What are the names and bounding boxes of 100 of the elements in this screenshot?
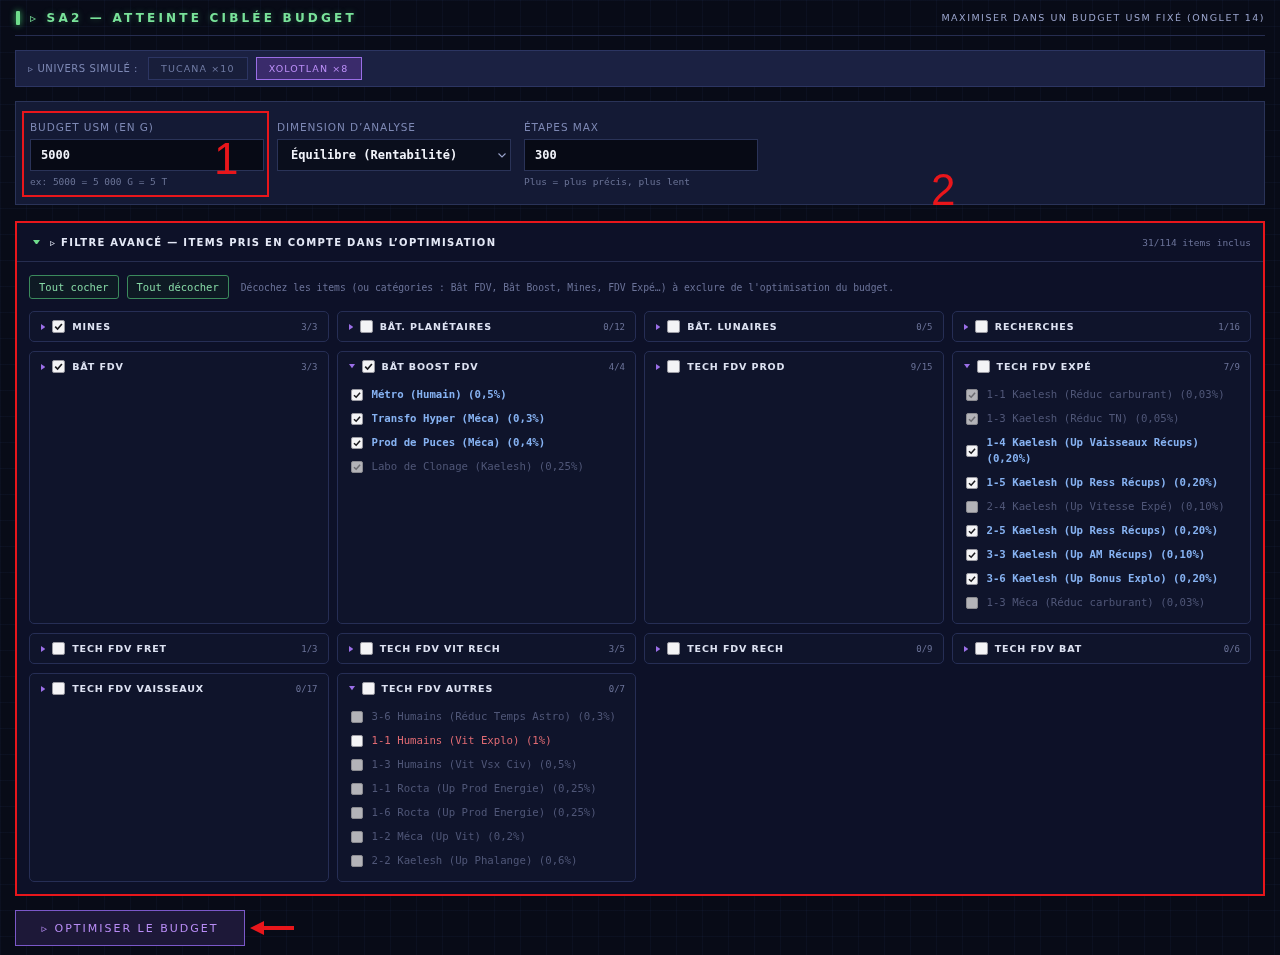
checkbox[interactable] [361, 360, 375, 373]
item-label: Métro (Humain) (0,5%) [371, 387, 507, 403]
category-title: TECH FDV EXPÉ [996, 361, 1092, 372]
checkbox[interactable] [52, 682, 66, 695]
page-subtitle: MAXIMISER DANS UN BUDGET USM FIXÉ (ONGLET 14) [941, 12, 1265, 23]
category-count: 3/5 [608, 643, 625, 654]
item-label: 2-4 Kaelesh (Up Vitesse Expé) (0,10%) [986, 499, 1225, 515]
category-count: 1/16 [1218, 321, 1240, 332]
caret-down-icon[interactable] [33, 239, 40, 245]
category-title: TECH FDV FRET [72, 643, 167, 654]
item-label: 1-3 Humains (Vit Vsx Civ) (0,5%) [371, 757, 578, 773]
caret-right-icon[interactable] [41, 323, 46, 330]
checkbox[interactable] [52, 320, 66, 333]
caret-right-icon[interactable] [656, 323, 661, 330]
checkbox[interactable] [359, 642, 373, 655]
category-title: TECH FDV AUTRES [381, 683, 494, 694]
checkbox[interactable] [974, 642, 988, 655]
checkbox[interactable] [965, 549, 978, 561]
item-label: Prod de Puces (Méca) (0,4%) [371, 435, 546, 451]
category-count: 0/12 [603, 321, 625, 332]
item-label: 1-4 Kaelesh (Up Vaisseaux Récups) (0,20%) [986, 435, 1200, 467]
category-count: 9/15 [910, 361, 933, 372]
category-count: 0/9 [916, 643, 933, 654]
page-title: ▹ SA2 — ATTEINTE CIBLÉE BUDGET [30, 10, 357, 25]
caret-right-icon[interactable] [348, 645, 353, 652]
category-title: MINES [72, 321, 111, 332]
category-count: 7/9 [1223, 361, 1240, 372]
category-title: BÂT FDV [72, 361, 124, 372]
field-hint: Plus = plus précis, plus lent [524, 176, 691, 187]
universe-label: ▹ UNIVERS SIMULÉ : [28, 63, 139, 74]
caret-right-icon[interactable] [348, 323, 353, 330]
checkbox[interactable] [965, 525, 978, 537]
item-label: Transfo Hyper (Méca) (0,3%) [371, 411, 546, 427]
toggle-all-button[interactable]: Tout décocher [126, 275, 229, 299]
category-count: 0/7 [608, 683, 625, 694]
category-count: 0/5 [916, 321, 933, 332]
item-label: 1-6 Rocta (Up Prod Energie) (0,25%) [371, 805, 597, 821]
checkbox[interactable] [667, 642, 681, 655]
item-label: 1-3 Kaelesh (Réduc TN) (0,05%) [986, 411, 1180, 427]
caret-right-icon[interactable] [656, 363, 661, 370]
item-label: 1-5 Kaelesh (Up Ress Récups) (0,20%) [986, 475, 1219, 491]
caret-right-icon[interactable] [656, 645, 661, 652]
checkbox[interactable] [965, 573, 978, 585]
item-label: 2-2 Kaelesh (Up Phalange) (0,6%) [371, 853, 578, 869]
checkbox[interactable] [361, 682, 375, 695]
category-count: 0/17 [295, 683, 318, 694]
checkbox[interactable] [350, 389, 363, 401]
optimize-button[interactable]: ▹ OPTIMISER LE BUDGET [15, 910, 245, 946]
text-field[interactable]: 300 [524, 139, 758, 171]
field-label: ÉTAPES MAX [524, 121, 600, 133]
included-count: 31/114 items inclus [1142, 236, 1251, 248]
checkbox[interactable] [667, 320, 681, 333]
checkbox[interactable] [974, 320, 988, 333]
checkbox[interactable] [350, 413, 363, 425]
category-count: 0/6 [1223, 643, 1240, 654]
caret-down-icon[interactable] [348, 364, 355, 369]
category-title: TECH FDV VIT RECH [379, 643, 501, 654]
item-label: 1-3 Méca (Réduc carburant) (0,03%) [986, 595, 1206, 611]
filter-hint: Décochez les items (ou catégories : Bât FDV, Bât Boost, Mines, FDV Expé…) à exclure de l'optimisation du budget. [240, 281, 894, 293]
caret-right-icon[interactable] [41, 685, 46, 692]
checkbox[interactable] [667, 360, 681, 373]
category-title: TECH FDV RECH [687, 643, 784, 654]
checkbox[interactable] [976, 360, 990, 373]
category-title: TECH FDV BAT [994, 643, 1083, 654]
accent-bar [16, 10, 20, 25]
checkbox[interactable] [359, 320, 373, 333]
caret-right-icon[interactable] [41, 363, 46, 370]
item-label: 3-3 Kaelesh (Up AM Récups) (0,10%) [986, 547, 1206, 563]
category-title: BÂT. PLANÉTAIRES [379, 321, 492, 332]
annotation-number: 2 [931, 168, 956, 212]
universe-option[interactable]: XOLOTLAN ×8 [255, 57, 362, 80]
field-hint: ex: 5000 = 5 000 G = 5 T [30, 176, 169, 187]
caret-down-icon[interactable] [348, 686, 355, 691]
universe-option[interactable]: TUCANA ×10 [148, 57, 248, 80]
item-label: Labo de Clonage (Kaelesh) (0,25%) [371, 459, 584, 475]
category-title: RECHERCHES [994, 321, 1075, 332]
caret-down-icon[interactable] [963, 364, 970, 369]
checkbox[interactable] [965, 445, 978, 457]
caret-right-icon[interactable] [963, 645, 968, 652]
caret-right-icon[interactable] [41, 645, 46, 652]
category-title: TECH FDV VAISSEAUX [72, 683, 205, 694]
item-label: 1-1 Rocta (Up Prod Energie) (0,25%) [371, 781, 597, 797]
category-title: TECH FDV PROD [687, 361, 786, 372]
dropdown-field[interactable]: Équilibre (Rentabilité) [277, 139, 511, 171]
category-count: 1/3 [301, 643, 318, 654]
checkbox[interactable] [52, 642, 66, 655]
item-label: 1-1 Humains (Vit Explo) (1%) [371, 733, 552, 749]
category-title: BÂT. LUNAIRES [687, 321, 778, 332]
checkbox[interactable] [350, 437, 363, 449]
toggle-all-button[interactable]: Tout cocher [29, 275, 119, 299]
field-label: BUDGET USM (EN G) [30, 121, 155, 133]
checkbox[interactable] [52, 360, 66, 373]
field-label: DIMENSION D’ANALYSE [277, 121, 417, 133]
category-count: 3/3 [301, 321, 318, 332]
caret-right-icon[interactable] [963, 323, 968, 330]
checkbox[interactable] [350, 735, 363, 747]
item-label: 2-5 Kaelesh (Up Ress Récups) (0,20%) [986, 523, 1219, 539]
item-label: 1-2 Méca (Up Vit) (0,2%) [371, 829, 526, 845]
category-count: 3/3 [301, 361, 318, 372]
checkbox[interactable] [965, 477, 978, 489]
